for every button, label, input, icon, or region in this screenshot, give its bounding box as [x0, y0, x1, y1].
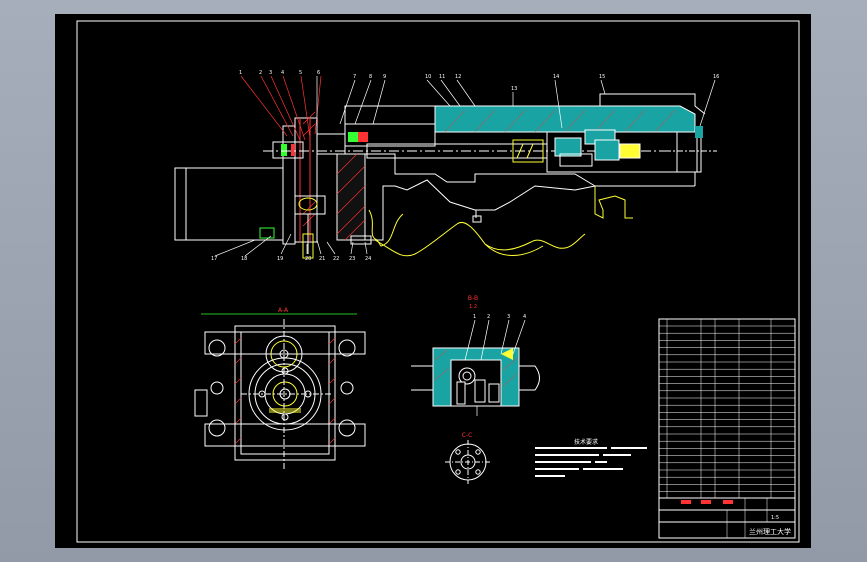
flange-plate — [282, 125, 296, 245]
svg-text:21: 21 — [319, 256, 325, 262]
svg-text:3: 3 — [507, 314, 510, 320]
title-block: 1:5 兰州理工大学 — [658, 318, 796, 539]
notes-heading: 技术要求 — [574, 438, 598, 446]
svg-text:12: 12 — [455, 74, 461, 80]
view-a-flange: A-A — [194, 307, 366, 469]
svg-text:24: 24 — [365, 256, 371, 262]
svg-text:7: 7 — [353, 74, 356, 80]
svg-text:19: 19 — [277, 256, 283, 262]
svg-text:3: 3 — [269, 70, 272, 76]
svg-text:22: 22 — [333, 256, 339, 262]
svg-text:4: 4 — [281, 70, 284, 76]
main-section-view: 123 456 789 10 11 12 1314 15 16 17 18 19 20 21… — [174, 70, 719, 262]
technical-notes: 技术要求 — [535, 438, 647, 477]
assembly-drawing: 123 456 789 10 11 12 1314 15 16 17 18 19 20 21… — [76, 20, 800, 543]
view-b-scale: 1:2 — [469, 304, 477, 310]
drawing-sheet: 123 456 789 10 11 12 13 14 15 16 17 18 19 20 21… — [55, 14, 811, 548]
svg-text:2: 2 — [259, 70, 262, 76]
svg-text:10: 10 — [425, 74, 431, 80]
svg-text:8: 8 — [369, 74, 372, 80]
svg-text:18: 18 — [241, 256, 247, 262]
cad-viewport: 123 456 789 10 11 12 13 14 15 16 17 18 19 20 21… — [0, 0, 867, 562]
view-b-slide: B-B 1:2 1 2 3 4 — [411, 295, 540, 416]
svg-text:1: 1 — [473, 314, 476, 320]
svg-text:23: 23 — [349, 256, 355, 262]
svg-text:15: 15 — [599, 74, 605, 80]
svg-text:4: 4 — [523, 314, 526, 320]
svg-text:16: 16 — [713, 74, 719, 80]
svg-text:1: 1 — [239, 70, 242, 76]
motor-body — [174, 167, 284, 241]
scale-value: 1:5 — [771, 515, 779, 521]
parts-list-frame — [658, 318, 796, 539]
university-name: 兰州理工大学 — [749, 527, 791, 536]
svg-text:6: 6 — [317, 70, 320, 76]
view-a-title: A-A — [278, 307, 289, 314]
svg-text:11: 11 — [439, 74, 445, 80]
svg-text:14: 14 — [553, 74, 559, 80]
housing-wall — [336, 153, 366, 241]
svg-text:9: 9 — [383, 74, 386, 80]
svg-text:13: 13 — [511, 86, 517, 92]
flange-outline — [234, 325, 336, 461]
view-c-title: C-C — [462, 432, 473, 439]
view-c-flange: C-C — [445, 432, 491, 484]
svg-text:2: 2 — [487, 314, 490, 320]
drawing-border — [76, 20, 800, 543]
svg-text:5: 5 — [299, 70, 302, 76]
svg-text:20: 20 — [305, 256, 311, 262]
slide-housing-section — [434, 105, 696, 133]
svg-text:17: 17 — [211, 256, 217, 262]
casting-outline — [368, 209, 404, 247]
view-b-title: B-B — [468, 295, 478, 302]
